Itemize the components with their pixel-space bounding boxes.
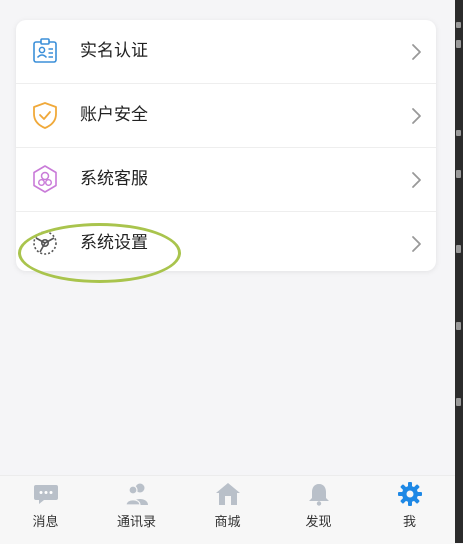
menu-item-label: 账户安全 xyxy=(80,105,148,125)
shield-icon xyxy=(30,100,60,130)
menu-item-label: 系统设置 xyxy=(80,233,148,253)
menu-item-real-name-auth[interactable]: 实名认证 xyxy=(16,20,436,83)
id-badge-icon xyxy=(30,36,60,66)
right-edge-strip xyxy=(455,0,463,543)
contacts-icon xyxy=(124,481,150,507)
settings-icon xyxy=(30,228,60,258)
menu-item-system-settings[interactable]: 系统设置 xyxy=(16,212,436,271)
tab-messages[interactable]: 消息 xyxy=(0,476,91,544)
menu-item-account-security[interactable]: 账户安全 xyxy=(16,84,436,147)
chat-icon xyxy=(33,481,59,507)
edge-mark xyxy=(456,40,461,48)
menu-item-customer-service[interactable]: 系统客服 xyxy=(16,148,436,211)
bottom-tab-bar: 消息 通讯录 商城 发现 我 xyxy=(0,475,455,544)
tab-contacts[interactable]: 通讯录 xyxy=(91,476,182,544)
tab-me[interactable]: 我 xyxy=(364,476,455,544)
edge-mark xyxy=(456,245,461,253)
settings-menu-card: 实名认证 账户安全 系统客服 系统设置 xyxy=(16,20,436,271)
tab-label: 商城 xyxy=(214,515,241,530)
tab-mall[interactable]: 商城 xyxy=(182,476,273,544)
customer-service-icon xyxy=(30,164,60,194)
chevron-right-icon xyxy=(410,43,422,61)
tab-label: 我 xyxy=(402,515,416,530)
edge-mark xyxy=(456,130,461,136)
edge-mark xyxy=(456,22,461,28)
chevron-right-icon xyxy=(410,107,422,125)
chevron-right-icon xyxy=(410,171,422,189)
edge-mark xyxy=(456,322,461,330)
chevron-right-icon xyxy=(410,235,422,253)
menu-item-label: 实名认证 xyxy=(80,41,148,61)
home-icon xyxy=(215,481,241,507)
tab-label: 消息 xyxy=(32,515,59,530)
tab-label: 发现 xyxy=(305,515,332,530)
gear-icon xyxy=(397,481,423,507)
bell-icon xyxy=(306,481,332,507)
menu-item-label: 系统客服 xyxy=(80,169,148,189)
edge-mark xyxy=(456,398,461,406)
tab-discover[interactable]: 发现 xyxy=(273,476,364,544)
tab-label: 通讯录 xyxy=(116,515,156,530)
edge-mark xyxy=(456,170,461,178)
